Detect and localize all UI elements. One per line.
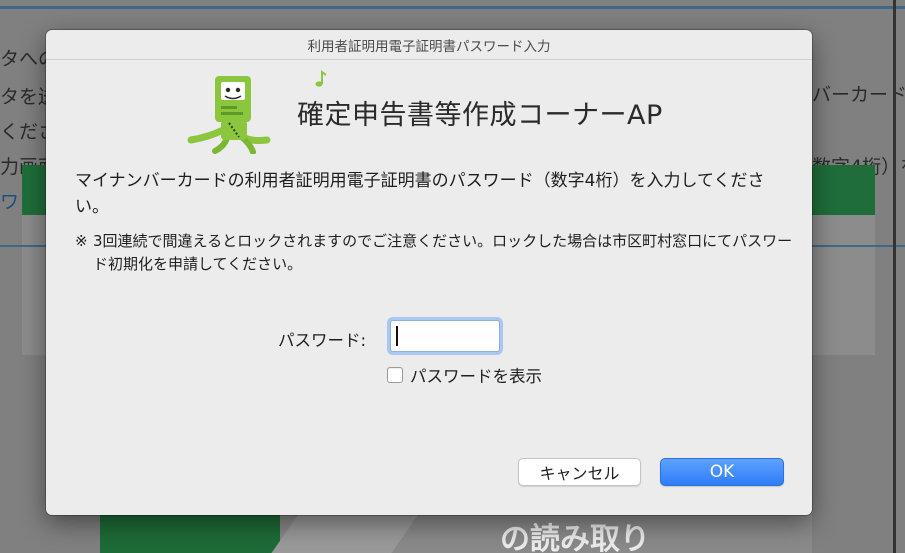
text-caret (396, 326, 398, 346)
background-frame-edge (893, 0, 896, 553)
cancel-button[interactable]: キャンセル (518, 458, 641, 486)
mascot-icon (187, 76, 271, 154)
dialog-titlebar[interactable]: 利用者証明用電子証明書パスワード入力 (46, 30, 812, 60)
app-name: 確定申告書等作成コーナーAP (297, 99, 663, 131)
background-link: ワ (0, 191, 20, 213)
background-divider-top (0, 6, 905, 9)
note-mark: ※ (75, 232, 88, 250)
show-password-toggle[interactable]: パスワードを表示 (387, 363, 542, 387)
show-password-checkbox[interactable] (387, 367, 403, 383)
warning-note: ※ 3回連続で間違えるとロックされますのでご注意ください。ロックした場合は市区町… (75, 230, 795, 276)
password-label: パスワード: (278, 331, 367, 350)
note-text: 3回連続で間違えるとロックされますのでご注意ください。ロックした場合は市区町村窓… (93, 232, 793, 273)
app-header: 確定申告書等作成コーナーAP (181, 68, 663, 154)
background-banner-text: の読み取り (500, 522, 650, 553)
password-input[interactable] (390, 320, 500, 352)
show-password-label[interactable]: パスワードを表示 (410, 363, 542, 387)
music-note-icon (315, 70, 327, 87)
dialog-title: 利用者証明用電子証明書パスワード入力 (307, 38, 551, 55)
background-text-right: バーカードの (812, 84, 905, 106)
ok-button[interactable]: OK (660, 458, 784, 486)
instruction-text: マイナンバーカードの利用者証明用電子証明書のパスワード（数字4桁）を入力してくだ… (75, 171, 765, 217)
password-dialog: 利用者証明用電子証明書パスワード入力 確定申告書等作成コーナーAP マイナンバー… (46, 30, 812, 515)
